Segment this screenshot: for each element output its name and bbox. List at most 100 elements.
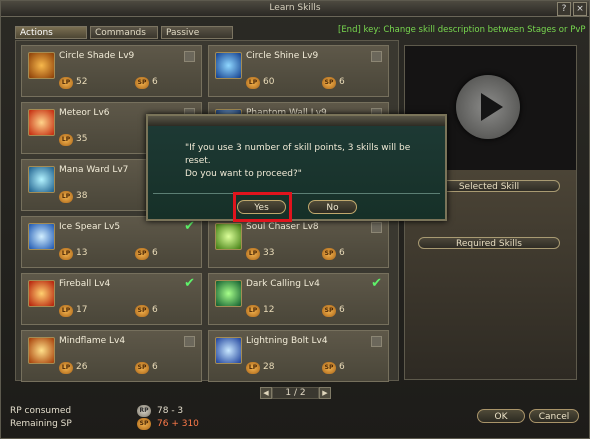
lp-icon: LP (246, 77, 260, 89)
mindflame-icon (28, 337, 55, 364)
learn-skills-window: Learn Skills ? × Actions Commands Passiv… (0, 0, 590, 439)
skill-card[interactable]: Mindflame Lv4 LP 26 SP 6 (21, 330, 202, 382)
lp-icon: LP (59, 191, 73, 203)
rp-icon: RP (137, 405, 151, 417)
sp-icon: SP (322, 77, 336, 89)
page-indicator: 1 / 2 (272, 387, 319, 399)
window-title: Learn Skills (269, 3, 321, 13)
cancel-button[interactable]: Cancel (529, 409, 579, 423)
checkmark-icon[interactable]: ✔ (184, 277, 195, 290)
remaining-sp-value: 76 + 310 (157, 419, 199, 429)
lp-icon: LP (59, 134, 73, 146)
lp-icon: LP (246, 248, 260, 260)
lp-cost: 17 (76, 305, 88, 315)
ok-button[interactable]: OK (477, 409, 525, 423)
sp-cost: 6 (339, 305, 345, 315)
reset-confirm-dialog: "If you use 3 number of skill points, 3 … (146, 114, 447, 221)
lp-cost: 60 (263, 77, 275, 87)
skill-checkbox[interactable] (371, 222, 382, 233)
close-button[interactable]: × (573, 2, 587, 16)
lp-icon: LP (246, 305, 260, 317)
lp-icon: LP (246, 362, 260, 374)
circle-shine-icon (215, 52, 242, 79)
circle-shade-icon (28, 52, 55, 79)
sp-icon: SP (322, 362, 336, 374)
fireball-icon (28, 280, 55, 307)
tab-passive[interactable]: Passive (161, 26, 233, 39)
sp-cost: 6 (152, 248, 158, 258)
remaining-sp-label: Remaining SP (10, 419, 72, 429)
sp-icon: SP (322, 248, 336, 260)
tab-actions[interactable]: Actions (15, 26, 87, 39)
skill-card[interactable]: Ice Spear Lv5 ✔ LP 13 SP 6 (21, 216, 202, 268)
page-prev-arrow-icon[interactable]: ◀ (260, 387, 272, 399)
sp-cost: 6 (339, 362, 345, 372)
tab-commands[interactable]: Commands (90, 26, 158, 39)
lp-icon: LP (59, 248, 73, 260)
page-next-arrow-icon[interactable]: ▶ (319, 387, 331, 399)
dialog-header (148, 116, 445, 126)
skill-name: Mindflame Lv4 (59, 336, 126, 346)
dialog-divider (153, 193, 440, 194)
rp-consumed-label: RP consumed (10, 406, 72, 416)
dialog-message-line-1: "If you use 3 number of skill points, 3 … (185, 143, 411, 166)
skill-card[interactable]: Circle Shine Lv9 LP 60 SP 6 (208, 45, 389, 97)
sp-icon: SP (135, 77, 149, 89)
dialog-message-line-2: Do you want to proceed?" (185, 169, 302, 179)
checkmark-icon[interactable]: ✔ (184, 220, 195, 233)
lp-icon: LP (59, 77, 73, 89)
lp-icon: LP (59, 362, 73, 374)
skill-name: Lightning Bolt Lv4 (246, 336, 328, 346)
skill-card[interactable]: Lightning Bolt Lv4 LP 28 SP 6 (208, 330, 389, 382)
dark-calling-icon (215, 280, 242, 307)
mana-ward-icon (28, 166, 55, 193)
sp-icon: SP (135, 305, 149, 317)
skill-checkbox[interactable] (184, 336, 195, 347)
skill-card[interactable]: Soul Chaser Lv8 LP 33 SP 6 (208, 216, 389, 268)
lp-cost: 35 (76, 134, 88, 144)
lp-icon: LP (59, 305, 73, 317)
skill-name: Circle Shade Lv9 (59, 51, 135, 61)
sp-cost: 6 (152, 362, 158, 372)
help-button[interactable]: ? (557, 2, 571, 16)
dialog-message: "If you use 3 number of skill points, 3 … (185, 142, 435, 181)
skill-checkbox[interactable] (371, 336, 382, 347)
sp-icon: SP (137, 418, 151, 430)
stage-pvp-hint: [End] key: Change skill description betw… (338, 25, 586, 35)
checkmark-icon[interactable]: ✔ (371, 277, 382, 290)
lp-cost: 26 (76, 362, 88, 372)
skill-checkbox[interactable] (184, 51, 195, 62)
lp-cost: 28 (263, 362, 275, 372)
sp-cost: 6 (339, 77, 345, 87)
yes-button-highlight (233, 192, 292, 222)
skill-name: Fireball Lv4 (59, 279, 111, 289)
sp-icon: SP (135, 362, 149, 374)
skill-name: Dark Calling Lv4 (246, 279, 320, 289)
required-skills-button[interactable]: Required Skills (418, 237, 560, 249)
skill-name: Circle Shine Lv9 (246, 51, 319, 61)
play-icon[interactable] (456, 75, 520, 139)
skill-card[interactable]: Fireball Lv4 ✔ LP 17 SP 6 (21, 273, 202, 325)
skill-card[interactable]: Circle Shade Lv9 LP 52 SP 6 (21, 45, 202, 97)
rp-consumed-value: 78 - 3 (157, 406, 184, 416)
skill-name: Ice Spear Lv5 (59, 222, 121, 232)
lp-cost: 38 (76, 191, 88, 201)
lightning-bolt-icon (215, 337, 242, 364)
lp-cost: 13 (76, 248, 88, 258)
sp-icon: SP (322, 305, 336, 317)
skill-checkbox[interactable] (371, 51, 382, 62)
skill-name: Meteor Lv6 (59, 108, 110, 118)
sp-icon: SP (135, 248, 149, 260)
lp-cost: 12 (263, 305, 275, 315)
lp-cost: 52 (76, 77, 88, 87)
skill-card[interactable]: Dark Calling Lv4 ✔ LP 12 SP 6 (208, 273, 389, 325)
sp-cost: 6 (152, 305, 158, 315)
title-bar[interactable]: Learn Skills (1, 1, 589, 17)
soul-chaser-icon (215, 223, 242, 250)
meteor-icon (28, 109, 55, 136)
ice-spear-icon (28, 223, 55, 250)
sp-cost: 6 (339, 248, 345, 258)
sp-cost: 6 (152, 77, 158, 87)
lp-cost: 33 (263, 248, 275, 258)
no-button[interactable]: No (308, 200, 357, 214)
